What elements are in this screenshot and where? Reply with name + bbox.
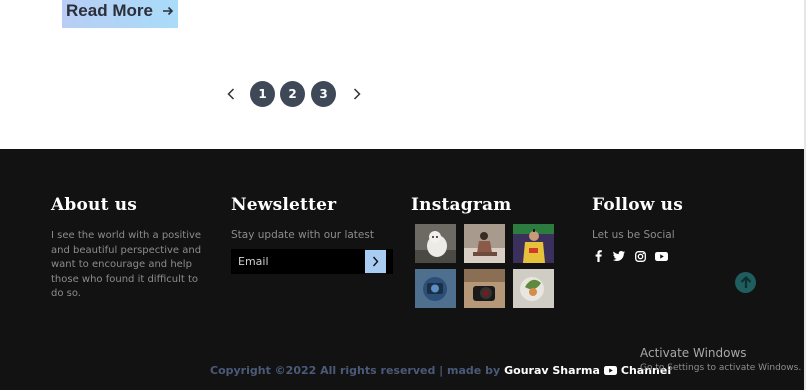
form-end-spacer [386, 249, 393, 274]
arrow-up-icon [740, 276, 751, 288]
instagram-photo-camera[interactable] [464, 269, 505, 308]
instagram-photo-plant[interactable] [513, 269, 554, 308]
pagination: 1 2 3 [0, 81, 806, 107]
youtube-icon[interactable] [655, 250, 668, 262]
read-more-label: Read More [66, 1, 153, 20]
activate-windows-watermark: Activate Windows Go to Settings to activ… [640, 346, 801, 373]
subscribe-button[interactable] [365, 250, 386, 273]
follow-section: Follow us Let us be Social [592, 195, 712, 262]
about-title: About us [51, 195, 138, 215]
follow-title: Follow us [592, 195, 684, 215]
newsletter-text: Stay update with our latest [231, 229, 374, 241]
chevron-right-icon [372, 256, 379, 267]
about-text: I see the world with a positive and beau… [51, 230, 202, 299]
follow-text: Let us be Social [592, 229, 675, 241]
newsletter-form [231, 249, 393, 274]
instagram-photo-man-yellow[interactable] [513, 224, 554, 263]
instagram-photo-dog[interactable] [415, 224, 456, 263]
youtube-icon [603, 366, 617, 375]
page-3-button[interactable]: 3 [311, 81, 336, 107]
copyright-text: Copyright ©2022 All rights reserved | ma… [210, 364, 501, 377]
instagram-icon[interactable] [634, 250, 646, 262]
chevron-right-icon[interactable] [349, 86, 365, 102]
footer: About us I see the world with a positive… [0, 149, 804, 390]
arrow-right-icon [162, 6, 174, 16]
instagram-title: Instagram [411, 195, 512, 215]
twitter-icon[interactable] [613, 250, 625, 262]
newsletter-section: Newsletter Stay update with our latest [231, 195, 396, 274]
instagram-photo-girl[interactable] [464, 224, 505, 263]
about-section: About us I see the world with a positive… [51, 195, 211, 302]
page-1-button[interactable]: 1 [250, 81, 275, 107]
activate-windows-subtitle: Go to Settings to activate Windows. [640, 363, 802, 373]
social-links [592, 250, 712, 262]
instagram-grid [415, 224, 561, 308]
instagram-section: Instagram [411, 195, 561, 308]
page-2-button[interactable]: 2 [280, 81, 305, 107]
content-area: Read More 1 2 3 [0, 0, 806, 149]
read-more-button[interactable]: Read More [62, 0, 178, 28]
facebook-icon[interactable] [592, 250, 604, 262]
activate-windows-title: Activate Windows [640, 346, 747, 360]
email-field[interactable] [231, 249, 365, 274]
chevron-left-icon[interactable] [223, 86, 239, 102]
author-link[interactable]: Gourav Sharma [504, 364, 600, 377]
back-to-top-button[interactable] [735, 272, 756, 293]
instagram-photo-camera-gear[interactable] [415, 269, 456, 308]
copyright: Copyright ©2022 All rights reserved | ma… [210, 364, 671, 377]
newsletter-title: Newsletter [231, 195, 337, 215]
